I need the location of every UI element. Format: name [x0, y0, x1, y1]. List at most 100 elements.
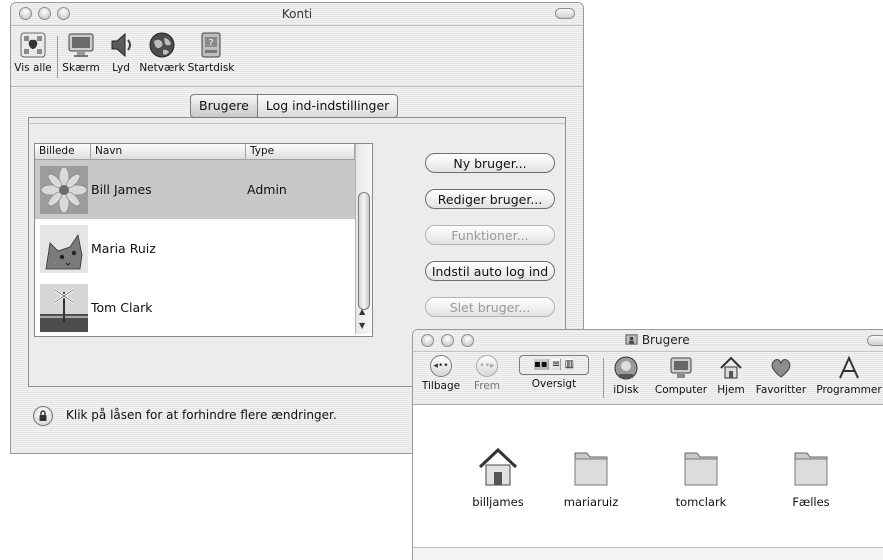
toolbar-network[interactable]: Netværk — [139, 30, 185, 74]
capabilities-button[interactable]: Funktioner... — [425, 225, 555, 245]
applications-button[interactable]: Programmer — [815, 355, 883, 396]
toolbar-startup-disk[interactable]: ? Startdisk — [186, 30, 236, 74]
tab-login-options[interactable]: Log ind-indstillinger — [256, 94, 399, 118]
prefs-toolbar: Vis alle Skærm Lyd Netværk ? Startdisk — [11, 26, 583, 87]
scrollbar-thumb[interactable] — [358, 192, 370, 310]
user-name: Bill James — [91, 182, 152, 197]
apple-logo-icon — [20, 32, 46, 58]
close-button[interactable] — [19, 7, 32, 20]
speaker-icon — [111, 32, 131, 58]
accounts-titlebar: Konti — [11, 3, 583, 26]
toolbar-label: Programmer — [816, 384, 882, 396]
panel-divider — [29, 123, 565, 124]
toolbar-label: Favoritter — [755, 384, 807, 396]
svg-text:?: ? — [209, 39, 214, 49]
toolbar-separator — [57, 36, 58, 78]
toolbar-label: Skærm — [62, 62, 100, 74]
forward-icon: ••▸ — [476, 355, 498, 377]
finder-bottom-scrollbar[interactable] — [413, 547, 883, 560]
toolbar-label: Hjem — [717, 384, 745, 396]
tab-users[interactable]: Brugere — [190, 94, 258, 118]
folder-item[interactable]: billjames — [458, 445, 538, 509]
finder-titlebar: Brugere — [413, 330, 883, 352]
idisk-icon — [614, 356, 638, 380]
toolbar-toggle-button[interactable] — [867, 335, 883, 346]
computer-button[interactable]: Computer — [653, 355, 709, 396]
lock-icon[interactable] — [33, 406, 53, 426]
folder-label: tomclark — [675, 495, 727, 509]
table-row[interactable]: Tom Clark — [35, 278, 372, 336]
toolbar-label: Tilbage — [421, 380, 461, 392]
toolbar-toggle-button[interactable] — [555, 8, 575, 19]
icon-view-icon[interactable]: ▪▪ — [533, 359, 549, 370]
cat-icon — [40, 225, 88, 273]
toolbar-label: Vis alle — [14, 62, 52, 74]
hard-disk-icon: ? — [201, 32, 221, 58]
toolbar-show-all[interactable]: Vis alle — [13, 30, 53, 74]
users-folder-icon — [625, 334, 638, 345]
flower-icon — [40, 166, 88, 214]
home-folder-icon — [478, 447, 518, 486]
folder-item[interactable]: Fælles — [771, 445, 851, 509]
heart-icon — [771, 359, 791, 378]
table-row[interactable]: Maria Ruiz — [35, 219, 372, 278]
home-button[interactable]: Hjem — [715, 355, 747, 396]
close-button[interactable] — [421, 334, 434, 347]
favorites-button[interactable]: Favoritter — [753, 355, 809, 396]
edit-user-button[interactable]: Rediger bruger... — [425, 189, 555, 209]
scroll-up-arrow-icon[interactable]: ▲ — [359, 307, 365, 316]
user-name: Maria Ruiz — [91, 241, 156, 256]
folder-item[interactable]: mariaruiz — [551, 445, 631, 509]
column-view-icon[interactable]: ▥ — [564, 359, 575, 370]
list-view-icon[interactable]: ≡ — [551, 359, 562, 370]
folder-icon — [684, 452, 718, 486]
toolbar-separator — [603, 358, 604, 398]
home-icon — [720, 356, 742, 379]
folder-icon — [574, 452, 608, 486]
railroad-sign-icon — [40, 284, 88, 332]
folder-item[interactable]: tomclark — [661, 445, 741, 509]
minimize-button[interactable] — [441, 334, 454, 347]
display-icon — [68, 33, 94, 57]
table-header: Billede Navn Type — [35, 144, 372, 160]
back-button[interactable]: ◂•• Tilbage — [415, 355, 467, 392]
folder-label: mariaruiz — [563, 495, 619, 509]
user-type: Admin — [247, 182, 287, 197]
toolbar-label: Frem — [473, 380, 501, 392]
view-mode-icon: ▪▪ ≡ ▥ — [519, 355, 589, 375]
column-header-type[interactable]: Type — [246, 144, 355, 159]
column-header-picture[interactable]: Billede — [35, 144, 91, 159]
lock-message: Klik på låsen for at forhindre flere ænd… — [66, 408, 337, 422]
minimize-button[interactable] — [38, 7, 51, 20]
toolbar-label: iDisk — [613, 384, 639, 396]
toolbar-label: Oversigt — [531, 378, 577, 390]
toolbar-label: Startdisk — [187, 62, 235, 74]
finder-title: Brugere — [625, 330, 690, 351]
globe-icon — [149, 32, 175, 58]
zoom-button[interactable] — [461, 334, 474, 347]
scroll-down-arrow-icon[interactable]: ▼ — [359, 321, 365, 330]
toolbar-label: Lyd — [112, 62, 130, 74]
toolbar-label: Computer — [654, 384, 708, 396]
folder-label: Fælles — [792, 495, 830, 509]
computer-icon — [670, 357, 692, 378]
table-row[interactable]: Bill James Admin — [35, 160, 372, 219]
finder-title-text: Brugere — [641, 333, 690, 347]
column-header-name[interactable]: Navn — [91, 144, 246, 159]
idisk-button[interactable]: iDisk — [609, 355, 643, 396]
forward-button[interactable]: ••▸ Frem — [467, 355, 507, 392]
delete-user-button[interactable]: Slet bruger... — [425, 297, 555, 317]
toolbar-display[interactable]: Skærm — [61, 30, 101, 74]
tab-bar: Brugere Log ind-indstillinger — [190, 94, 399, 118]
back-icon: ◂•• — [430, 355, 452, 377]
users-table: Billede Navn Type Bill James Admin Maria… — [34, 143, 373, 337]
window-title: Konti — [281, 7, 313, 21]
zoom-button[interactable] — [57, 7, 70, 20]
finder-window: Brugere ◂•• Tilbage ••▸ Frem ▪▪ ≡ ▥ Over… — [412, 329, 883, 560]
toolbar-sound[interactable]: Lyd — [104, 30, 138, 74]
auto-login-button[interactable]: Indstil auto log ind — [425, 261, 555, 281]
new-user-button[interactable]: Ny bruger... — [425, 153, 555, 173]
table-scrollbar[interactable]: ▲ ▼ — [355, 144, 372, 334]
view-mode-control[interactable]: ▪▪ ≡ ▥ Oversigt — [519, 355, 589, 390]
finder-toolbar: ◂•• Tilbage ••▸ Frem ▪▪ ≡ ▥ Oversigt iDi… — [413, 352, 883, 405]
